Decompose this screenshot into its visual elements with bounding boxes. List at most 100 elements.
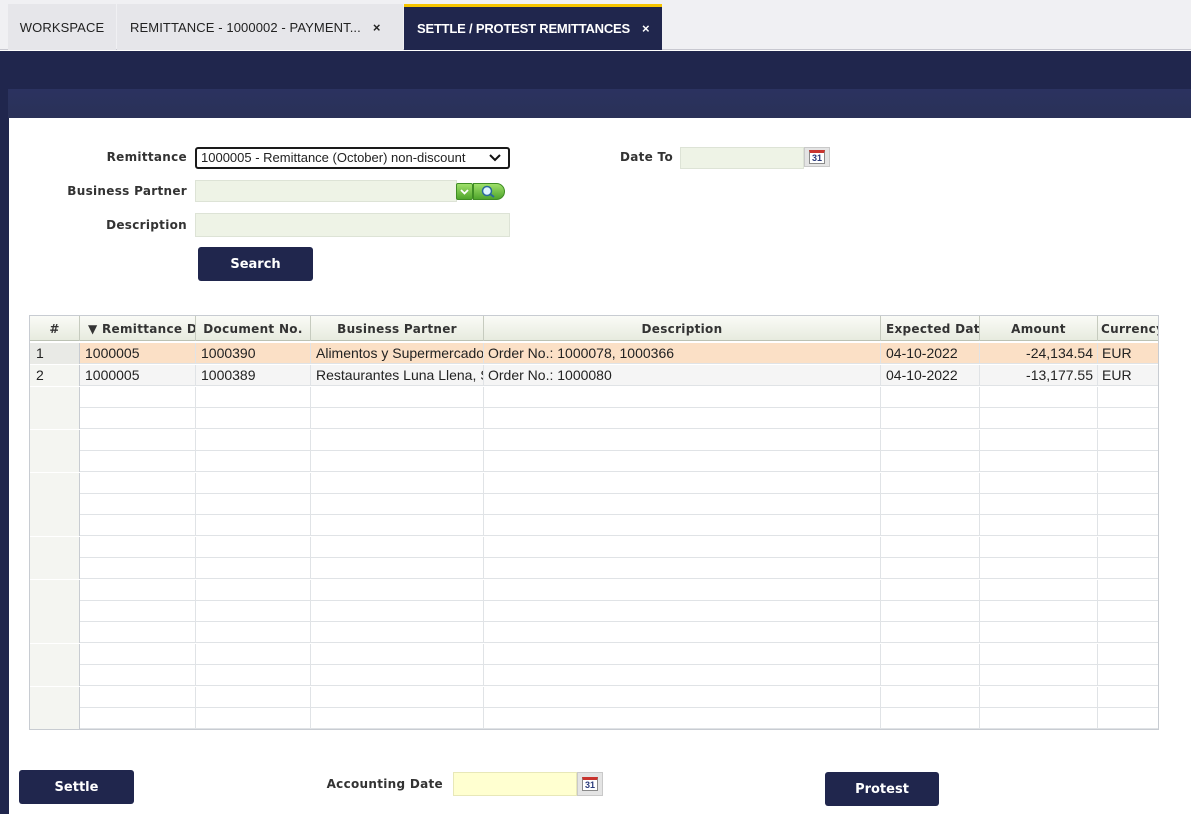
empty-cell: [1098, 408, 1158, 429]
empty-cell: [80, 494, 196, 515]
remittance-grid: # ▼ Remittance Do Document No. Business …: [29, 315, 1159, 730]
empty-cell: [30, 472, 80, 494]
empty-cell: [80, 408, 196, 430]
empty-row: [30, 558, 1158, 580]
search-icon[interactable]: [473, 183, 505, 200]
empty-cell: [881, 601, 980, 622]
calendar-icon[interactable]: 31: [577, 772, 603, 796]
empty-cell: [196, 387, 311, 408]
table-row[interactable]: 1 1000005 1000390 Alimentos y Supermerca…: [30, 343, 1158, 364]
column-header-remittance[interactable]: ▼ Remittance Do: [80, 316, 196, 341]
empty-cell: [980, 579, 1098, 601]
empty-cell: [980, 387, 1098, 408]
empty-cell: [311, 558, 484, 580]
empty-cell: [980, 708, 1098, 729]
empty-cell: [196, 558, 311, 580]
empty-cell: [311, 579, 484, 601]
column-header-business-partner[interactable]: Business Partner: [311, 316, 484, 341]
search-button[interactable]: Search: [198, 247, 313, 281]
description-cell: Order No.: 1000078, 1000366: [484, 343, 881, 364]
empty-cell: [196, 429, 311, 451]
row-index: 1: [30, 343, 80, 364]
business-partner-field[interactable]: [195, 180, 457, 202]
tab-remittance-label: REMITTANCE - 1000002 - PAYMENT...: [130, 19, 361, 35]
empty-cell: [80, 472, 196, 494]
window-header: [0, 51, 1191, 118]
empty-cell: [80, 665, 196, 687]
dropdown-arrow-icon[interactable]: [456, 183, 473, 200]
tab-workspace[interactable]: WORKSPACE: [8, 4, 116, 50]
protest-button[interactable]: Protest: [825, 772, 939, 806]
remittance-select-value: 1000005 - Remittance (October) non-disco…: [201, 150, 466, 165]
empty-cell: [196, 686, 311, 708]
empty-cell: [30, 494, 80, 515]
remittance-select[interactable]: 1000005 - Remittance (October) non-disco…: [195, 147, 510, 169]
empty-row: [30, 451, 1158, 473]
table-row[interactable]: 2 1000005 1000389 Restaurantes Luna Llen…: [30, 365, 1158, 386]
empty-row: [30, 472, 1158, 494]
column-header-currency[interactable]: Currency: [1098, 316, 1158, 341]
column-header-description[interactable]: Description: [484, 316, 881, 341]
tab-workspace-label: WORKSPACE: [19, 19, 105, 35]
empty-cell: [484, 494, 881, 515]
date-to-field[interactable]: [680, 147, 804, 169]
tab-settle-protest-remittances[interactable]: SETTLE / PROTEST REMITTANCES ×: [404, 4, 662, 50]
tab-remittance-payment[interactable]: REMITTANCE - 1000002 - PAYMENT... ×: [117, 4, 403, 50]
column-header-amount[interactable]: Amount: [980, 316, 1098, 341]
column-header-expected-date[interactable]: Expected Date: [881, 316, 980, 341]
currency-cell: EUR: [1098, 365, 1158, 386]
empty-cell: [196, 665, 311, 687]
empty-cell: [311, 708, 484, 729]
empty-cell: [30, 558, 80, 580]
description-field[interactable]: [195, 213, 510, 237]
empty-row: [30, 708, 1158, 729]
column-header-document-no[interactable]: Document No.: [196, 316, 311, 341]
empty-cell: [980, 515, 1098, 537]
empty-row: [30, 686, 1158, 708]
close-icon[interactable]: ×: [642, 21, 650, 36]
empty-cell: [80, 429, 196, 451]
calendar-icon[interactable]: 31: [804, 147, 830, 167]
empty-cell: [980, 451, 1098, 473]
close-icon[interactable]: ×: [373, 20, 381, 35]
empty-row: [30, 515, 1158, 537]
grid-header: # ▼ Remittance Do Document No. Business …: [30, 316, 1158, 341]
settle-button[interactable]: Settle: [19, 770, 134, 804]
empty-cell: [980, 665, 1098, 687]
empty-cell: [1098, 580, 1158, 601]
empty-cell: [1098, 687, 1158, 708]
empty-cell: [484, 408, 881, 430]
empty-cell: [881, 622, 980, 644]
empty-cell: [30, 708, 80, 729]
description-cell: Order No.: 1000080: [484, 365, 881, 386]
empty-cell: [881, 536, 980, 558]
empty-cell: [1098, 558, 1158, 579]
empty-cell: [980, 622, 1098, 644]
currency-cell: EUR: [1098, 343, 1158, 364]
empty-cell: [311, 536, 484, 558]
empty-cell: [1098, 601, 1158, 622]
empty-cell: [311, 451, 484, 473]
empty-cell: [80, 451, 196, 473]
empty-cell: [80, 643, 196, 665]
empty-cell: [80, 686, 196, 708]
description-label: Description: [106, 218, 187, 232]
accounting-date-field[interactable]: [453, 772, 577, 796]
tab-bar: WORKSPACE REMITTANCE - 1000002 - PAYMENT…: [0, 0, 1191, 50]
expected-date-cell: 04-10-2022: [881, 343, 980, 364]
empty-cell: [881, 387, 980, 408]
empty-cell: [881, 408, 980, 430]
business-partner-label: Business Partner: [67, 184, 187, 198]
empty-cell: [484, 472, 881, 494]
empty-cell: [80, 558, 196, 580]
empty-cell: [1098, 622, 1158, 643]
tab-settle-label: SETTLE / PROTEST REMITTANCES: [417, 21, 631, 36]
empty-cell: [484, 601, 881, 622]
empty-cell: [311, 429, 484, 451]
empty-cell: [311, 494, 484, 515]
empty-cell: [980, 536, 1098, 558]
empty-cell: [311, 387, 484, 408]
empty-cell: [980, 601, 1098, 622]
empty-cell: [80, 579, 196, 601]
empty-cell: [484, 536, 881, 558]
